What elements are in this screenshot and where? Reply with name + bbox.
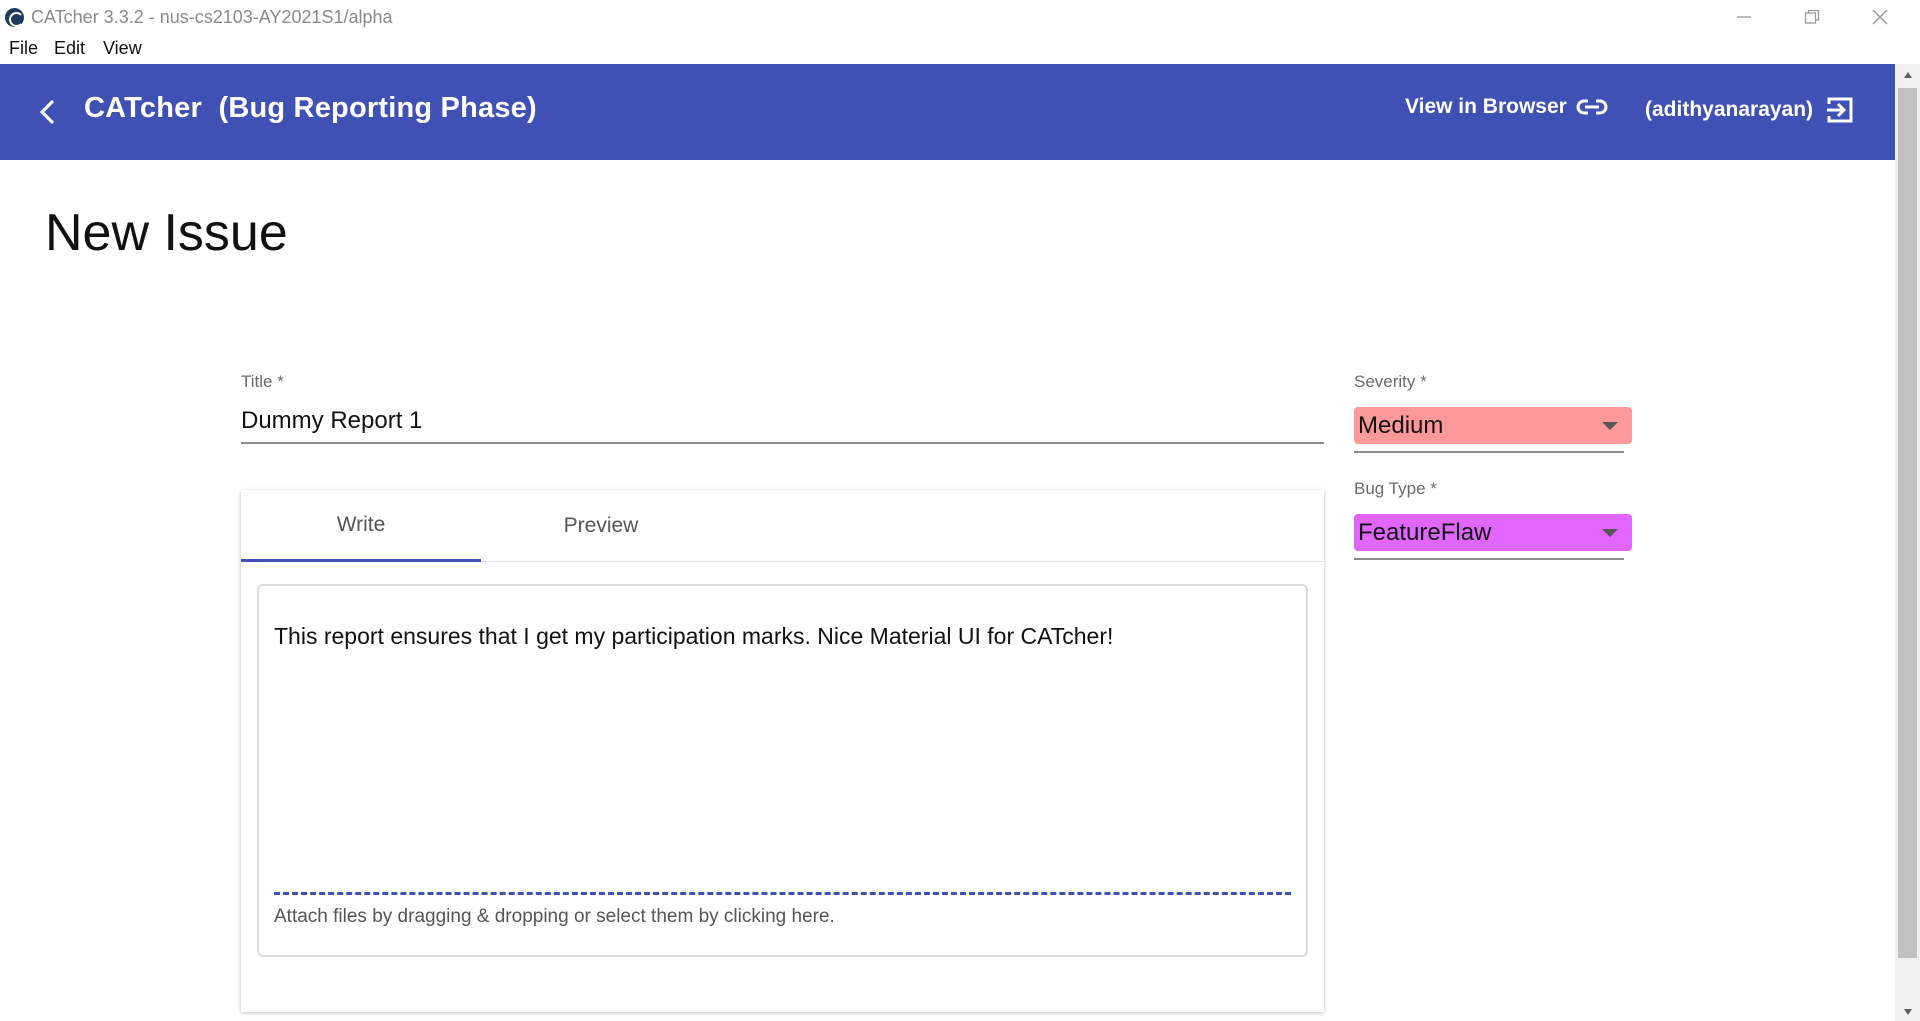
close-icon — [1872, 9, 1888, 25]
severity-field: Severity * Medium — [1354, 372, 1634, 453]
title-field: Title * — [241, 372, 1324, 444]
tab-write[interactable]: Write — [241, 490, 481, 562]
attach-files-link[interactable]: Attach files by dragging & dropping or s… — [274, 906, 835, 928]
title-input[interactable] — [241, 406, 1324, 436]
bug-type-label: Bug Type * — [1354, 479, 1437, 498]
menu-view[interactable]: View — [103, 38, 142, 59]
severity-value: Medium — [1358, 411, 1444, 439]
scroll-up-button[interactable] — [1895, 66, 1920, 84]
editor-tab-bar: Write Preview — [241, 490, 1324, 562]
app-toolbar: CATcher (Bug Reporting Phase) View in Br… — [0, 64, 1895, 160]
view-in-browser-button[interactable]: View in Browser — [1405, 95, 1609, 119]
description-textarea[interactable]: This report ensures that I get my partic… — [257, 584, 1308, 957]
minimize-icon — [1737, 16, 1751, 18]
scroll-down-button[interactable] — [1895, 1003, 1920, 1021]
dropdown-arrow-icon — [1602, 529, 1618, 537]
attach-dropzone-divider — [274, 892, 1291, 895]
menu-file[interactable]: File — [9, 38, 38, 59]
logout-icon — [1827, 97, 1853, 123]
vertical-scrollbar[interactable] — [1895, 64, 1920, 1021]
bug-type-underline — [1354, 558, 1624, 560]
view-in-browser-label: View in Browser — [1405, 95, 1567, 118]
app-logo-icon — [5, 8, 24, 27]
title-underline — [241, 442, 1324, 444]
window-title: CATcher 3.3.2 - nus-cs2103-AY2021S1/alph… — [31, 7, 393, 27]
username-label: (adithyanarayan) — [1645, 98, 1814, 121]
severity-label: Severity * — [1354, 372, 1427, 391]
description-text: This report ensures that I get my partic… — [274, 623, 1114, 649]
tab-preview[interactable]: Preview — [481, 490, 721, 562]
bug-type-select[interactable]: FeatureFlaw — [1354, 514, 1632, 551]
link-icon — [1576, 99, 1608, 115]
severity-select[interactable]: Medium — [1354, 407, 1632, 444]
scrollbar-thumb[interactable] — [1898, 88, 1917, 958]
page-title: New Issue — [45, 204, 288, 262]
chevron-left-icon — [40, 100, 54, 124]
logout-button[interactable]: (adithyanarayan) — [1645, 95, 1855, 125]
bug-type-value: FeatureFlaw — [1358, 518, 1492, 546]
bug-type-field: Bug Type * FeatureFlaw — [1354, 479, 1634, 560]
window-titlebar: CATcher 3.3.2 - nus-cs2103-AY2021S1/alph… — [0, 0, 1920, 34]
dropdown-arrow-icon — [1602, 422, 1618, 430]
close-window-button[interactable] — [1846, 0, 1914, 34]
restore-icon — [1804, 9, 1820, 24]
description-editor: Write Preview This report ensures that I… — [241, 490, 1324, 1012]
caret-down-icon — [1903, 1009, 1912, 1015]
title-label: Title * — [241, 372, 284, 391]
caret-up-icon — [1903, 72, 1912, 78]
back-button[interactable] — [30, 94, 66, 130]
menu-bar: File Edit View — [0, 34, 1920, 64]
severity-underline — [1354, 451, 1624, 453]
restore-button[interactable] — [1778, 0, 1846, 34]
app-title: CATcher (Bug Reporting Phase) — [84, 92, 537, 124]
menu-edit[interactable]: Edit — [54, 38, 85, 59]
minimize-button[interactable] — [1710, 0, 1778, 34]
